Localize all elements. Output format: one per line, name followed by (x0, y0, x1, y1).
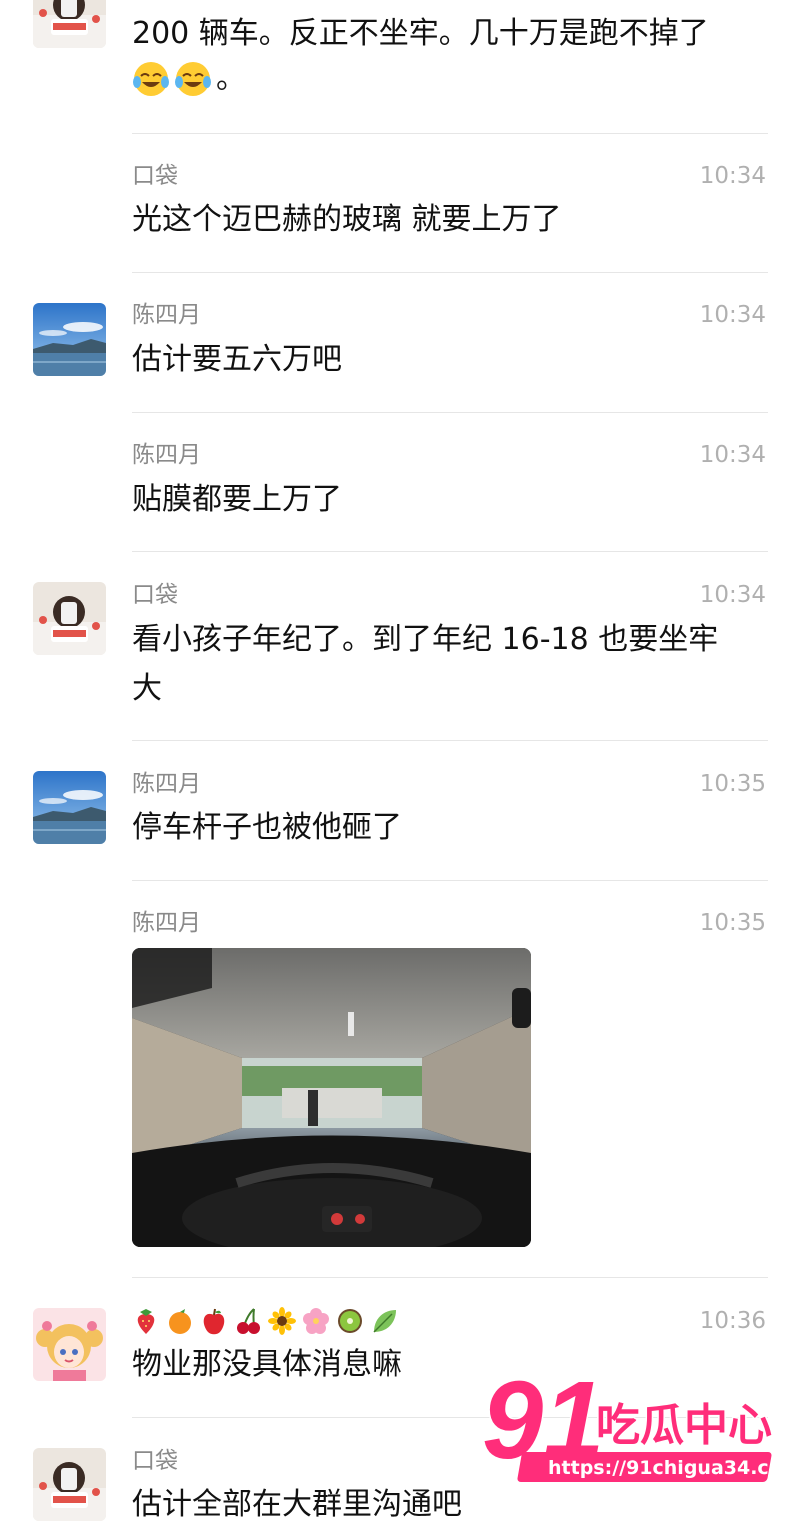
message-time: 10:34 (699, 582, 766, 608)
message-text: 光这个迈巴赫的玻璃 就要上万了 (132, 202, 562, 237)
message-text: 估计要五六万吧 (132, 342, 342, 377)
reaction-row: 。 (132, 60, 246, 98)
avatar-chensiyue[interactable] (33, 303, 106, 376)
message-text-suffix: 。 (216, 61, 246, 96)
avatar-koudai[interactable] (33, 1448, 106, 1521)
message-time: 10:34 (699, 163, 766, 189)
avatar-anime-girl[interactable] (33, 1308, 106, 1381)
apple-icon (203, 1308, 225, 1335)
leaf-icon (373, 1310, 396, 1333)
message-item[interactable]: 口袋 10:34 看小孩子年纪了。到了年纪 16-18 也要坐牢 大 (0, 552, 800, 741)
blossom-icon (303, 1308, 329, 1334)
message-time: 10:36 (699, 1308, 766, 1334)
message-item[interactable]: 陈四月 10:34 估计要五六万吧 (0, 273, 800, 413)
message-item[interactable]: 陈四月 10:34 贴膜都要上万了 (0, 412, 800, 552)
sender-name: 陈四月 (132, 302, 201, 328)
watermark-logo: 91 吃瓜中心 https://91chigua34.com (478, 1358, 800, 1492)
sender-name: 口袋 (132, 582, 178, 608)
message-text: 200 辆车。反正不坐牢。几十万是跑不掉了 (132, 16, 709, 51)
avatar-koudai[interactable] (33, 0, 106, 48)
message-time: 10:35 (699, 771, 766, 797)
watermark-brand: 吃瓜中心 (596, 1400, 772, 1451)
orange-icon (169, 1309, 191, 1334)
cherry-icon (237, 1308, 260, 1334)
message-text-line: 看小孩子年纪了。到了年纪 16-18 也要坐牢 (132, 622, 719, 657)
message-item[interactable]: 陈四月 10:35 (0, 880, 800, 1278)
strawberry-icon (137, 1309, 155, 1334)
sender-name: 陈四月 (132, 771, 201, 797)
message-time: 10:35 (699, 910, 766, 936)
avatar-koudai[interactable] (33, 582, 106, 655)
sender-name: 口袋 (132, 1448, 178, 1474)
sender-name: 口袋 (132, 163, 178, 189)
laughing-crying-emoji-icon (175, 62, 211, 96)
laughing-crying-emoji-icon (133, 62, 169, 96)
message-time: 10:34 (699, 302, 766, 328)
message-text: 贴膜都要上万了 (132, 482, 342, 517)
message-item[interactable]: 200 辆车。反正不坐牢。几十万是跑不掉了 。 (0, 0, 800, 134)
kiwi-icon (338, 1309, 362, 1333)
avatar-chensiyue[interactable] (33, 771, 106, 844)
parking-garage-photo[interactable] (132, 948, 531, 1247)
sender-emoji-name (132, 1306, 398, 1336)
message-item[interactable]: 陈四月 10:35 停车杆子也被他砸了 (0, 741, 800, 881)
sender-name: 陈四月 (132, 910, 201, 936)
message-text: 停车杆子也被他砸了 (132, 810, 402, 845)
sender-name: 陈四月 (132, 442, 201, 468)
sunflower-icon (268, 1307, 296, 1335)
message-text-line: 大 (132, 671, 162, 706)
watermark-url: https://91chigua34.com (548, 1457, 796, 1479)
message-time: 10:34 (699, 442, 766, 468)
message-item[interactable]: 口袋 10:34 光这个迈巴赫的玻璃 就要上万了 (0, 134, 800, 273)
